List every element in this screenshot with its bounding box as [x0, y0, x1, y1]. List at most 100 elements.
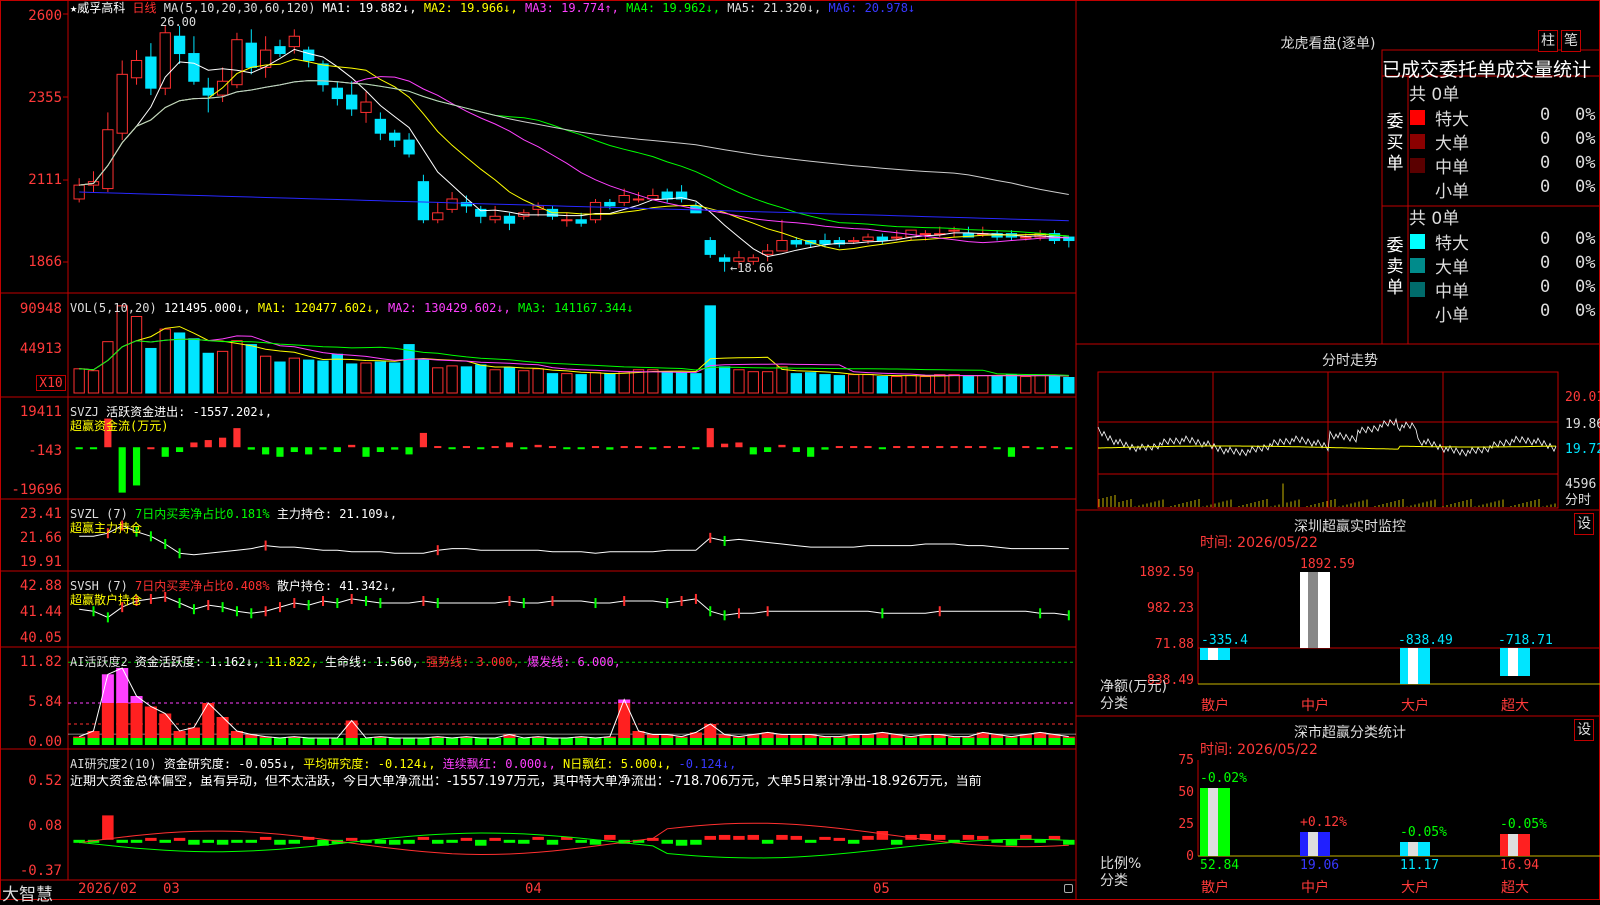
monitor-time: 时间: 2026/05/22 — [1200, 535, 1318, 551]
ai1-label[interactable]: AI活跃度2 — [70, 655, 128, 669]
svzj-label[interactable]: SVZJ — [70, 405, 99, 419]
volume-bar — [618, 371, 630, 394]
fund-flow-bar — [89, 447, 98, 450]
volume-bar — [317, 360, 329, 394]
fund-flow-bar — [548, 446, 557, 449]
activity-bar-base — [876, 738, 889, 745]
volume-bar — [403, 344, 415, 394]
column-view-button[interactable]: 柱 — [1538, 30, 1558, 52]
buy-row-pct: 0% — [1575, 129, 1596, 149]
fund-flow-bar — [964, 446, 973, 449]
volume-bar — [1063, 377, 1075, 394]
fund-flow-bar — [749, 447, 757, 455]
fund-flow-bar — [835, 446, 843, 449]
sell-row-label: 小单 — [1435, 306, 1469, 326]
volume-bar — [733, 369, 745, 394]
research-bar — [876, 831, 889, 840]
activity-bar-base — [704, 738, 717, 745]
candle-body — [274, 46, 286, 55]
svsh-hold: 散户持仓: 41.342↓, — [276, 579, 398, 593]
volume-bar — [202, 352, 214, 394]
volume-bar — [876, 376, 889, 394]
volume-bar — [231, 340, 243, 394]
monitor-settings-button[interactable]: 设 — [1574, 513, 1594, 535]
intraday-price-line — [1097, 417, 1557, 457]
ai2-label[interactable]: AI研究度2(10) — [70, 757, 157, 771]
candle-body — [432, 212, 444, 221]
research-bar — [374, 839, 387, 844]
classify-bar-highlight — [1408, 842, 1418, 856]
buy-xl-swatch — [1410, 110, 1425, 125]
vol-value: 121495.000↓, — [163, 301, 251, 315]
volume-bar — [704, 305, 716, 394]
research-bar — [345, 837, 358, 841]
activity-bar-pink — [101, 674, 114, 703]
candle-body — [231, 39, 243, 86]
classify-change: -0.05% — [1400, 825, 1447, 840]
activity-bar-base — [87, 738, 100, 745]
ma-indicator-label[interactable]: MA(5,10,20,30,60,120) — [164, 1, 316, 15]
sell-row-pct: 0% — [1575, 277, 1596, 297]
sell-row-label: 特大 — [1435, 234, 1469, 254]
lock-icon[interactable] — [1064, 884, 1073, 893]
buy-row-label: 特大 — [1435, 110, 1469, 130]
classify-ytick: 25 — [1178, 817, 1194, 832]
buy-l-swatch — [1410, 134, 1425, 149]
research-bar — [417, 836, 430, 840]
activity-bar-red — [87, 731, 100, 738]
vol-unit-badge[interactable]: X10 — [36, 375, 66, 391]
volume-bar — [747, 371, 759, 394]
ai1-d: 强势线: 3.000, — [426, 655, 520, 669]
vol-header: VOL(5,10,20) 121495.000↓, MA1: 120477.60… — [70, 301, 634, 315]
activity-bar-base — [546, 738, 559, 745]
brand-logo[interactable]: 大智慧 — [2, 880, 53, 905]
sell-row-pct: 0% — [1575, 301, 1596, 321]
monitor-ytick: 982.23 — [1147, 601, 1194, 616]
buy-side-label: 委买单 — [1386, 112, 1404, 174]
stock-name[interactable]: ★威孚高科 — [70, 1, 125, 15]
research-bar — [188, 839, 200, 845]
volume-bar — [503, 367, 516, 394]
period-label[interactable]: 日线 — [132, 1, 156, 15]
monitor-value: -718.71 — [1498, 633, 1553, 648]
intraday-price-high: 20.01 — [1565, 390, 1600, 405]
vol-label[interactable]: VOL(5,10,20) — [70, 301, 157, 315]
activity-bar-red — [144, 706, 157, 738]
activity-bar-base — [489, 738, 502, 745]
buy-row-pct: 0% — [1575, 177, 1596, 197]
fund-flow-bar — [1022, 446, 1030, 449]
fund-flow-bar — [993, 447, 1001, 450]
intraday-unit: 分时 — [1565, 493, 1592, 508]
activity-bar-base — [101, 738, 114, 745]
price-low-mark: ←18.66 — [730, 261, 774, 275]
volume-bar — [546, 373, 559, 394]
activity-bar-base — [818, 738, 832, 745]
research-bar — [173, 837, 186, 841]
volume-bar — [417, 359, 430, 394]
svzl-label[interactable]: SVZL (7) — [70, 507, 128, 521]
fund-flow-bar — [764, 447, 772, 453]
volume-bar — [346, 363, 358, 394]
classify-change: -0.02% — [1200, 771, 1247, 786]
classify-settings-button[interactable]: 设 — [1574, 719, 1594, 741]
fund-flow-bar — [606, 447, 614, 450]
candle-body — [331, 87, 344, 100]
activity-bar-base — [905, 738, 918, 745]
fund-flow-bar — [1036, 447, 1044, 450]
activity-bar-base — [603, 738, 616, 745]
fund-flow-bar — [175, 447, 184, 453]
buy-row-pct: 0% — [1575, 105, 1596, 125]
classify-xlabel: 分类 — [1100, 873, 1128, 889]
activity-bar-base — [862, 738, 875, 745]
candle-body — [374, 118, 387, 134]
research-bar — [661, 839, 673, 844]
sell-row-count: 0 — [1540, 301, 1551, 321]
svsh-label[interactable]: SVSH (7) — [70, 579, 128, 593]
activity-bar-base — [1034, 738, 1047, 745]
candle-body — [446, 198, 458, 210]
tick-view-button[interactable]: 笔 — [1561, 30, 1581, 52]
fund-flow-bar — [233, 428, 241, 448]
fund-flow-bar — [161, 447, 169, 457]
classify-cat: 散户 — [1201, 880, 1229, 896]
classify-cat: 中户 — [1301, 880, 1329, 896]
